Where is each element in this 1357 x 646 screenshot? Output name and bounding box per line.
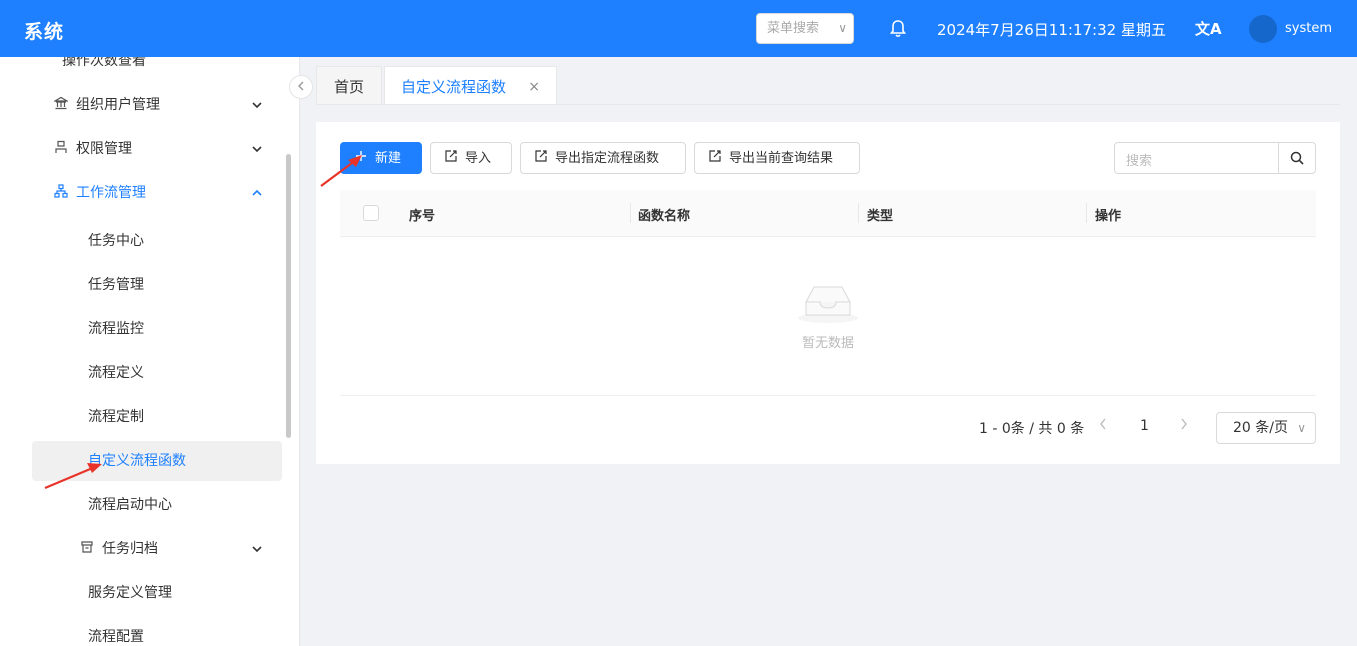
import-button-label: 导入 bbox=[465, 151, 492, 166]
export-query-button[interactable]: 导出当前查询结果 bbox=[694, 142, 860, 174]
sidebar: 操作次数查看 组织用户管理 权限管理 工作流管理 任务中心 任务管理 流程监控 … bbox=[0, 57, 300, 646]
tab-label: 自定义流程函数 bbox=[401, 78, 507, 96]
chevron-down-icon bbox=[252, 85, 262, 125]
table-bottom-divider bbox=[340, 395, 1316, 396]
export-icon bbox=[709, 143, 723, 173]
sidebar-item-label: 权限管理 bbox=[76, 141, 132, 157]
empty-inbox-icon bbox=[798, 286, 858, 323]
top-header: 系统 菜单搜索 ∨ 2024年7月26日11:17:32 星期五 文A syst… bbox=[0, 0, 1357, 57]
chevron-up-icon bbox=[252, 173, 262, 213]
sidebar-item-label: 任务归档 bbox=[102, 541, 158, 557]
pagination-prev-button[interactable] bbox=[1099, 418, 1107, 434]
search-input[interactable]: 搜索 bbox=[1114, 142, 1316, 174]
datetime-display: 2024年7月26日11:17:32 星期五 bbox=[937, 21, 1166, 39]
username[interactable]: system bbox=[1285, 21, 1332, 36]
sidebar-item-process-customization[interactable]: 流程定制 bbox=[32, 397, 282, 437]
tab-divider bbox=[316, 104, 1340, 105]
translate-icon[interactable]: 文A bbox=[1195, 18, 1222, 39]
export-selected-label: 导出指定流程函数 bbox=[555, 151, 660, 166]
sidebar-item-process-definition[interactable]: 流程定义 bbox=[32, 353, 282, 393]
avatar[interactable] bbox=[1249, 15, 1277, 43]
tab-custom-process-function[interactable]: 自定义流程函数 × bbox=[384, 66, 557, 105]
chevron-right-icon bbox=[1181, 418, 1187, 430]
sidebar-item-workflow[interactable]: 工作流管理 bbox=[0, 173, 290, 213]
sidebar-item-service-definition[interactable]: 服务定义管理 bbox=[32, 573, 282, 613]
sidebar-scrollbar[interactable] bbox=[286, 154, 291, 438]
sidebar-item-task-management[interactable]: 任务管理 bbox=[32, 265, 282, 305]
chevron-down-icon bbox=[252, 529, 262, 569]
page-size-select[interactable]: 20 条/页 ∨ bbox=[1216, 412, 1316, 444]
tab-home[interactable]: 首页 bbox=[316, 66, 382, 105]
table-header: 序号 函数名称 类型 操作 bbox=[340, 190, 1316, 237]
sidebar-item-task-center[interactable]: 任务中心 bbox=[32, 221, 282, 261]
sidebar-item-process-launch-center[interactable]: 流程启动中心 bbox=[32, 485, 282, 525]
sidebar-item-custom-process-function[interactable]: 自定义流程函数 bbox=[32, 441, 282, 481]
sidebar-item-permissions[interactable]: 权限管理 bbox=[0, 129, 290, 169]
close-icon[interactable]: × bbox=[528, 67, 540, 107]
bell-icon[interactable] bbox=[889, 19, 907, 39]
pagination-next-button[interactable] bbox=[1180, 418, 1188, 434]
search-placeholder: 搜索 bbox=[1126, 154, 1153, 169]
chevron-left-icon bbox=[1100, 418, 1106, 430]
column-divider bbox=[630, 203, 631, 223]
flow-icon bbox=[53, 173, 69, 213]
column-divider bbox=[858, 203, 859, 223]
import-icon bbox=[445, 143, 459, 173]
bank-icon bbox=[52, 85, 70, 125]
sidebar-item-label: 组织用户管理 bbox=[76, 97, 160, 113]
column-header-actions: 操作 bbox=[1095, 209, 1122, 224]
app-title: 系统 bbox=[24, 21, 65, 43]
export-selected-button[interactable]: 导出指定流程函数 bbox=[520, 142, 686, 174]
chevron-down-icon: ∨ bbox=[838, 21, 847, 35]
menu-search-select[interactable]: 菜单搜索 ∨ bbox=[756, 13, 854, 44]
sidebar-item-operation-count[interactable]: 操作次数查看 bbox=[0, 57, 290, 81]
select-all-checkbox[interactable] bbox=[363, 205, 379, 221]
pagination-total: 1 - 0条 / 共 0 条 bbox=[979, 421, 1085, 437]
plus-icon bbox=[355, 143, 369, 173]
column-divider bbox=[1086, 203, 1087, 223]
collapse-sidebar-button[interactable] bbox=[289, 75, 313, 99]
sidebar-item-process-config[interactable]: 流程配置 bbox=[32, 617, 282, 646]
content-card: 新建 导入 导出指定流程函数 导出当前查询结果 搜索 序号 函数名称 类型 操作… bbox=[316, 122, 1340, 464]
column-header-index: 序号 bbox=[409, 209, 436, 224]
sidebar-item-process-monitor[interactable]: 流程监控 bbox=[32, 309, 282, 349]
export-icon bbox=[535, 143, 549, 173]
search-button[interactable] bbox=[1278, 143, 1315, 173]
sidebar-item-task-archive[interactable]: 任务归档 bbox=[0, 529, 290, 569]
chevron-down-icon bbox=[252, 129, 262, 169]
pagination-page[interactable]: 1 bbox=[1140, 418, 1149, 434]
page-size-value: 20 条/页 bbox=[1233, 420, 1288, 436]
sidebar-item-label: 工作流管理 bbox=[76, 185, 146, 201]
chevron-down-icon: ∨ bbox=[1297, 421, 1306, 435]
sidebar-item-org-users[interactable]: 组织用户管理 bbox=[0, 85, 290, 125]
new-button-label: 新建 bbox=[375, 151, 402, 166]
new-button[interactable]: 新建 bbox=[340, 142, 422, 174]
search-icon bbox=[1290, 151, 1304, 165]
empty-text: 暂无数据 bbox=[801, 336, 854, 351]
user-icon bbox=[53, 129, 69, 169]
sidebar-item-label: 操作次数查看 bbox=[62, 57, 146, 69]
column-header-function-name: 函数名称 bbox=[638, 209, 691, 224]
archive-icon bbox=[79, 529, 95, 569]
export-query-label: 导出当前查询结果 bbox=[729, 151, 834, 166]
column-header-type: 类型 bbox=[867, 209, 894, 224]
menu-search-placeholder: 菜单搜索 bbox=[767, 21, 820, 36]
import-button[interactable]: 导入 bbox=[430, 142, 512, 174]
